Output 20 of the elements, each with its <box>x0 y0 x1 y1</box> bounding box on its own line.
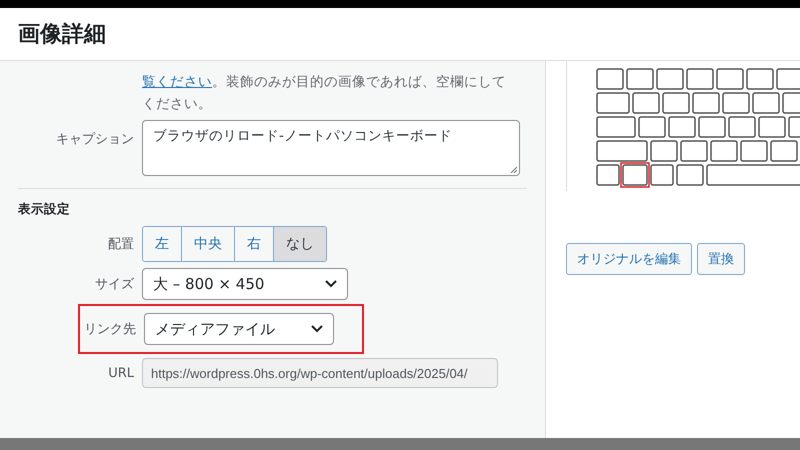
field-label: 配置 <box>107 236 134 253</box>
window-title: 画像詳細 <box>18 21 106 49</box>
link-select[interactable]: メディアファイル <box>144 313 334 345</box>
size-select[interactable]: 大 – 800 × 450 <box>142 268 348 300</box>
help-text: 覧ください。装飾のみが目的の画像であれば、空欄にしてください。 <box>142 73 507 114</box>
field-label: リンク先 <box>83 321 136 338</box>
field-label: キャプション <box>55 131 134 149</box>
field-label: サイズ <box>94 276 134 293</box>
action-button[interactable]: オリジナルを編集 <box>566 243 692 275</box>
alignment-button[interactable]: 左 <box>143 227 182 261</box>
chevron-icon <box>311 325 323 333</box>
chevron-icon <box>325 280 337 288</box>
alignment-button[interactable]: なし <box>274 227 326 261</box>
url-field[interactable]: https://wordpress.0hs.org/wp-content/uploads/2025/04/ <box>142 358 498 388</box>
resize-grip-icon <box>510 166 517 173</box>
field-label: URL <box>107 366 134 380</box>
section-heading: 表示設定 <box>18 201 71 218</box>
action-button[interactable]: 置換 <box>697 243 745 275</box>
caption-field[interactable]: ブラウザのリロード-ノートパソコンキーボード <box>142 120 520 176</box>
help-link[interactable]: 覧ください <box>142 74 212 90</box>
